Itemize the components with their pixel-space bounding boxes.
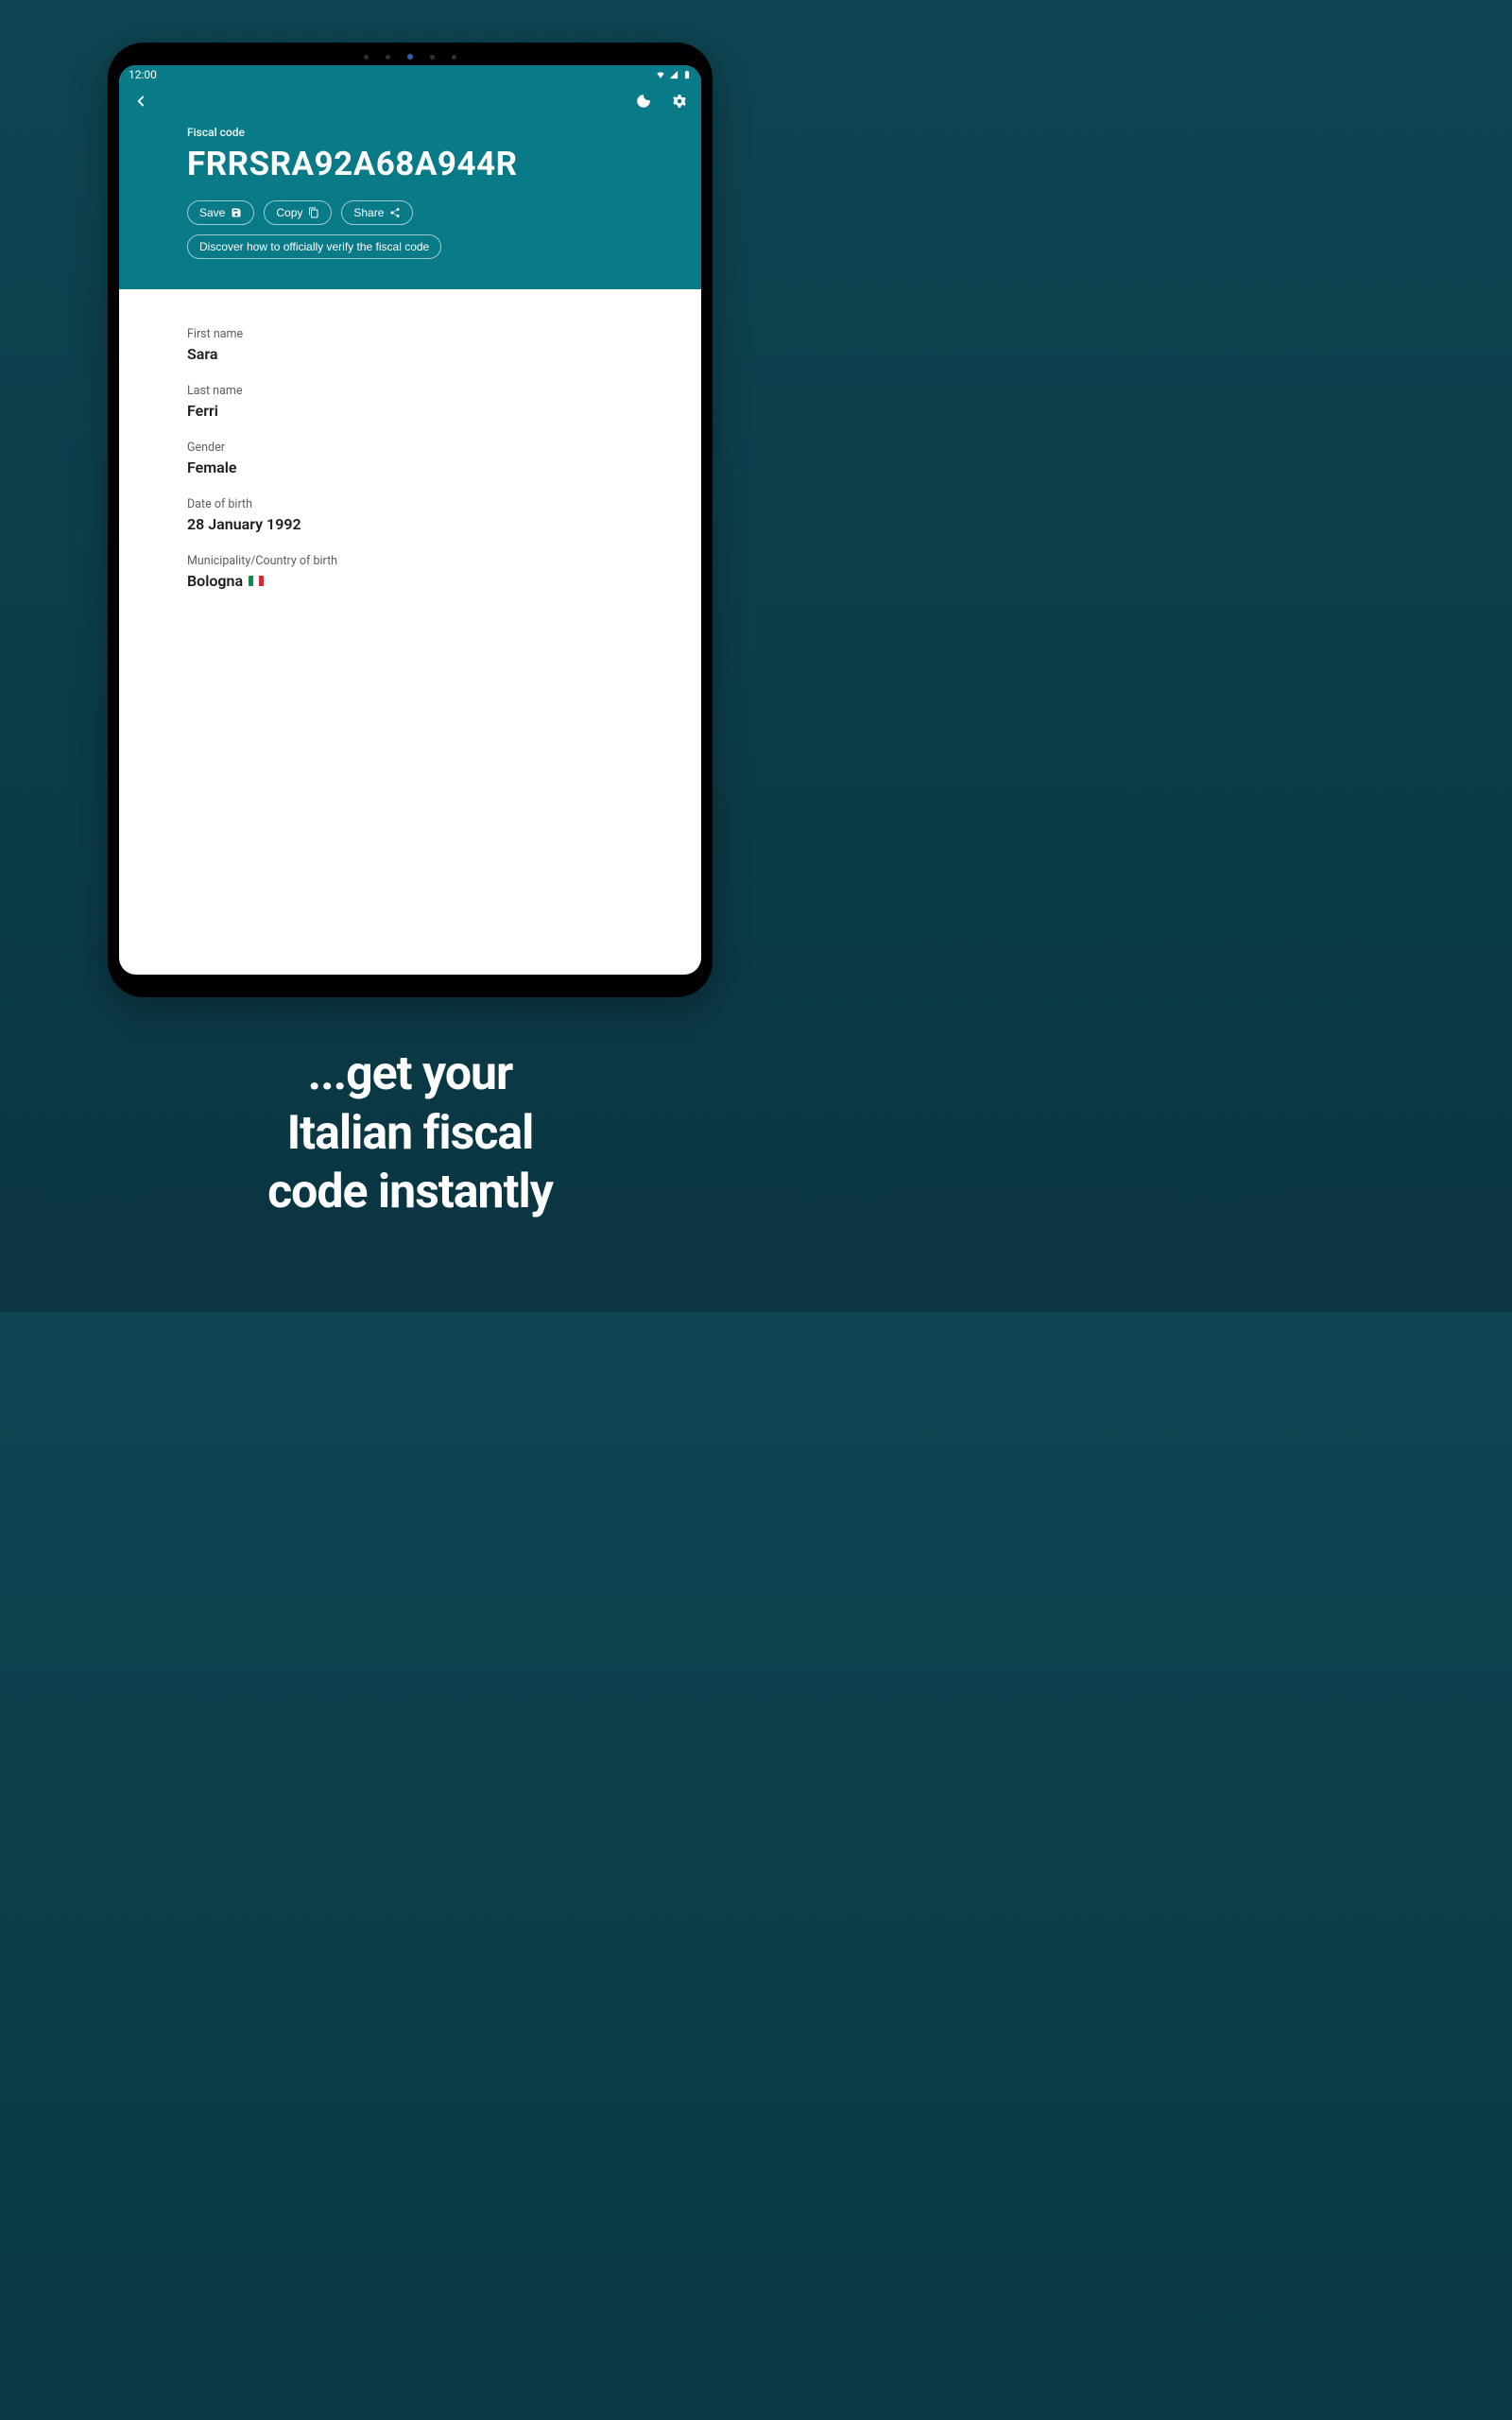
home-indicator[interactable] <box>335 966 486 969</box>
header-section: Fiscal code FRRSRA92A68A944R Save Copy S… <box>119 120 701 289</box>
first-name-value: Sara <box>187 345 633 363</box>
tagline: ...get yourItalian fiscalcode instantly <box>267 1045 553 1222</box>
verify-link[interactable]: Discover how to officially verify the fi… <box>187 234 441 259</box>
share-label: Share <box>353 206 384 219</box>
dob-value: 28 January 1992 <box>187 515 633 533</box>
dark-mode-button[interactable] <box>635 93 652 110</box>
share-button[interactable]: Share <box>341 200 413 225</box>
save-button[interactable]: Save <box>187 200 254 225</box>
italy-flag-icon <box>249 576 264 586</box>
field-last-name: Last name Ferri <box>187 384 633 420</box>
settings-button[interactable] <box>671 93 688 110</box>
first-name-label: First name <box>187 327 633 341</box>
fiscal-code-value: FRRSRA92A68A944R <box>187 145 633 183</box>
birthplace-label: Municipality/Country of birth <box>187 554 633 568</box>
last-name-label: Last name <box>187 384 633 398</box>
copy-button[interactable]: Copy <box>264 200 332 225</box>
copy-icon <box>308 207 319 218</box>
tablet-frame: 12:00 Fiscal code FRRSRA92A68A <box>108 43 713 997</box>
fiscal-code-label: Fiscal code <box>187 126 633 139</box>
wifi-icon <box>656 70 665 79</box>
gender-value: Female <box>187 458 633 476</box>
gender-label: Gender <box>187 441 633 455</box>
status-time: 12:00 <box>129 68 157 81</box>
content: First name Sara Last name Ferri Gender F… <box>119 289 701 648</box>
signal-icon <box>669 70 679 79</box>
camera-dots <box>364 54 456 60</box>
app-bar <box>119 82 701 120</box>
field-dob: Date of birth 28 January 1992 <box>187 497 633 533</box>
save-icon <box>231 207 242 218</box>
back-button[interactable] <box>132 93 149 110</box>
status-right <box>656 70 692 79</box>
field-birthplace: Municipality/Country of birth Bologna <box>187 554 633 590</box>
moon-icon <box>635 93 652 110</box>
birthplace-value: Bologna <box>187 572 633 590</box>
battery-icon <box>682 70 692 79</box>
save-label: Save <box>199 206 225 219</box>
birthplace-text: Bologna <box>187 572 243 590</box>
field-gender: Gender Female <box>187 441 633 476</box>
copy-label: Copy <box>276 206 302 219</box>
share-icon <box>389 207 401 218</box>
field-first-name: First name Sara <box>187 327 633 363</box>
last-name-value: Ferri <box>187 402 633 420</box>
gear-icon <box>671 93 688 110</box>
screen: 12:00 Fiscal code FRRSRA92A68A <box>119 65 701 975</box>
status-bar: 12:00 <box>119 65 701 82</box>
verify-label: Discover how to officially verify the fi… <box>199 240 429 253</box>
dob-label: Date of birth <box>187 497 633 511</box>
